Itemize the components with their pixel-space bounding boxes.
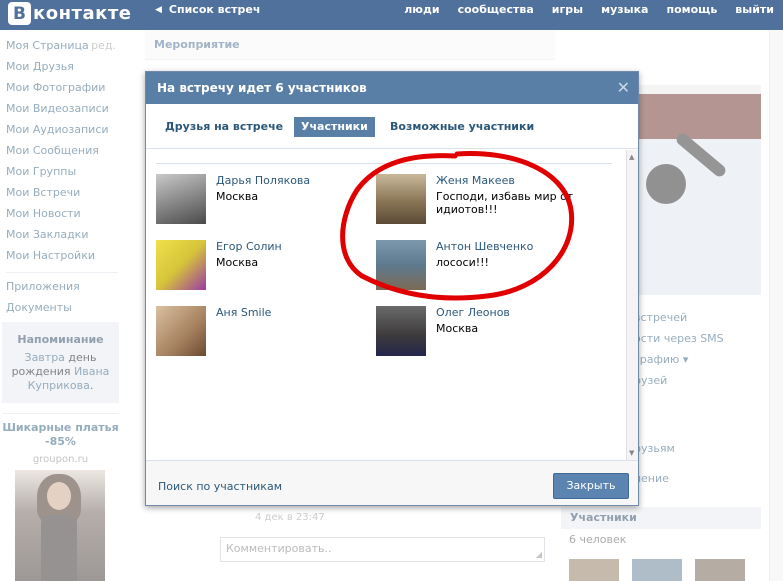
- top-bar: B контакте ◀ Список встреч люди сообщест…: [0, 0, 783, 30]
- member-status: Москва: [436, 322, 479, 335]
- tab-participants[interactable]: Участники: [294, 117, 375, 137]
- back-to-events-link[interactable]: ◀ Список встреч: [155, 3, 260, 16]
- list-scrollbar[interactable]: ▲ ▼: [626, 150, 638, 460]
- scroll-down-icon[interactable]: ▼: [629, 449, 634, 457]
- nav-games[interactable]: игры: [552, 3, 583, 16]
- nav-help[interactable]: помощь: [666, 3, 717, 16]
- logo-text: контакте: [33, 3, 132, 24]
- list-item: Олег Леонов Москва: [376, 306, 596, 361]
- member-name[interactable]: Антон Шевченко: [436, 240, 533, 253]
- nav-communities[interactable]: сообщества: [458, 3, 534, 16]
- member-status: Москва: [216, 190, 259, 203]
- member-status: лососи!!!: [436, 256, 489, 269]
- back-link-label: Список встреч: [168, 3, 261, 16]
- top-nav: люди сообщества игры музыка помощь выйти: [395, 3, 783, 16]
- member-name[interactable]: Егор Солин: [216, 240, 282, 253]
- participants-dialog: На встречу идет 6 участников ✕ Друзья на…: [145, 71, 639, 506]
- member-status: Господи, избавь мир от идиотов!!!: [436, 190, 574, 216]
- back-arrow-icon: ◀: [155, 4, 162, 15]
- dialog-title: На встречу идет 6 участников ✕: [146, 72, 638, 104]
- list-item: Аня Smile: [156, 306, 376, 361]
- avatar[interactable]: [376, 306, 426, 356]
- nav-music[interactable]: музыка: [601, 3, 648, 16]
- vk-logo[interactable]: B контакте: [8, 2, 131, 25]
- tab-friends-at-event[interactable]: Друзья на встрече: [158, 117, 290, 137]
- dialog-tabs: Друзья на встрече Участники Возможные уч…: [146, 104, 638, 149]
- participants-list: Дарья Полякова Москва Женя Макеев Господ…: [146, 150, 626, 460]
- list-item: Женя Макеев Господи, избавь мир от идиот…: [376, 174, 596, 229]
- nav-people[interactable]: люди: [404, 3, 439, 16]
- dialog-footer: Поиск по участникам Закрыть: [146, 460, 638, 505]
- close-button[interactable]: Закрыть: [553, 473, 629, 499]
- avatar[interactable]: [156, 240, 206, 290]
- close-icon[interactable]: ✕: [617, 78, 630, 97]
- member-name[interactable]: Олег Леонов: [436, 306, 510, 319]
- list-item: Антон Шевченко лососи!!!: [376, 240, 596, 295]
- nav-logout[interactable]: выйти: [735, 3, 774, 16]
- avatar[interactable]: [156, 174, 206, 224]
- member-name[interactable]: Дарья Полякова: [216, 174, 310, 187]
- tab-possible-participants[interactable]: Возможные участники: [383, 117, 541, 137]
- avatar[interactable]: [156, 306, 206, 356]
- avatar[interactable]: [376, 240, 426, 290]
- dialog-title-text: На встречу идет 6 участников: [157, 81, 367, 95]
- search-participants-link[interactable]: Поиск по участникам: [158, 480, 282, 493]
- list-item: Дарья Полякова Москва: [156, 174, 376, 229]
- scroll-up-icon[interactable]: ▲: [629, 153, 634, 161]
- list-divider: [156, 163, 612, 164]
- member-status: Москва: [216, 256, 259, 269]
- avatar[interactable]: [376, 174, 426, 224]
- member-name[interactable]: Женя Макеев: [436, 174, 515, 187]
- list-item: Егор Солин Москва: [156, 240, 376, 295]
- member-name[interactable]: Аня Smile: [216, 306, 271, 319]
- logo-icon: B: [8, 2, 31, 25]
